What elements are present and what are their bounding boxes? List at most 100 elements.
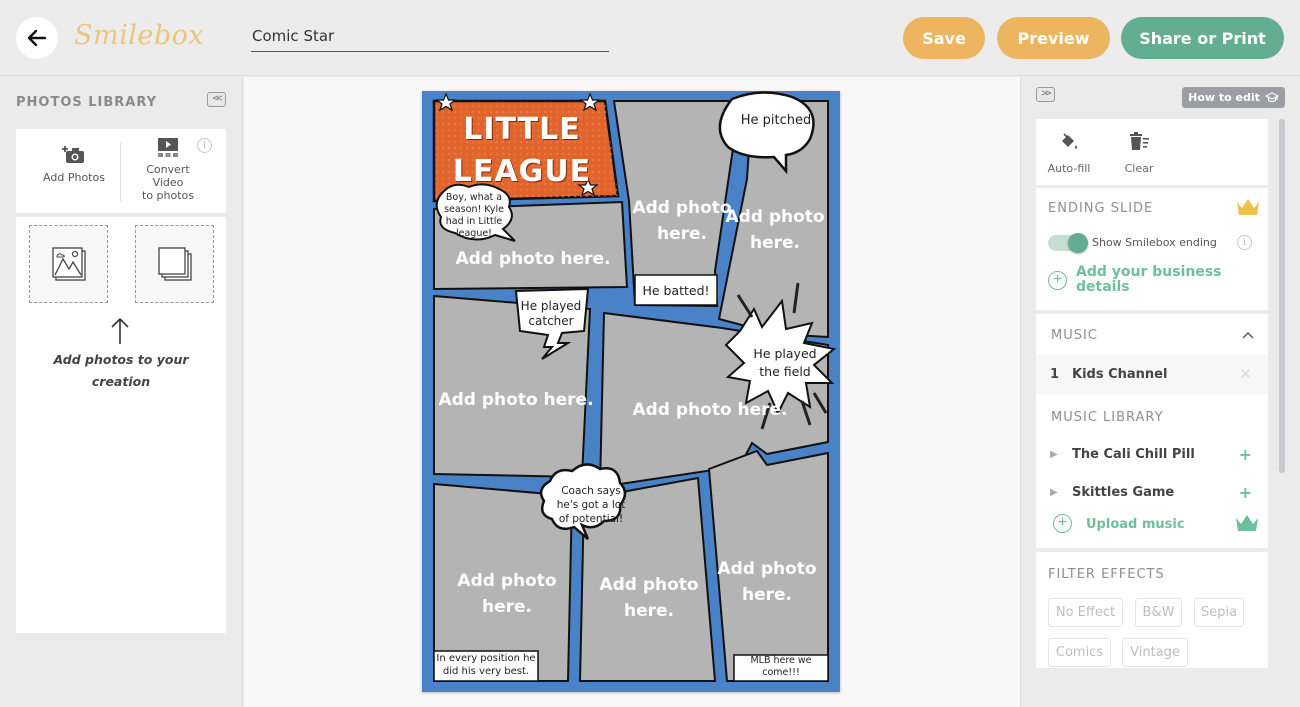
share-or-print-button[interactable]: Share or Print [1121,17,1284,59]
crown-icon [1237,199,1259,215]
track-name: The Cali Chill Pill [1072,446,1195,462]
tools-card: Auto-fill Clear [1036,119,1268,185]
add-circle-icon[interactable]: + [1048,271,1067,290]
comic-page: LITTLE LEAGUE Add photo here. Add photo … [422,91,840,692]
show-ending-toggle[interactable] [1048,233,1088,253]
bubble-text-position[interactable]: In every position he did his very best. [434,652,538,678]
text-line: league! [455,228,492,239]
music-library-title: MUSIC LIBRARY [1051,410,1164,425]
text-line: season! Kyle [444,204,504,215]
auto-fill-label: Auto-fill [1047,162,1091,175]
upload-circle-icon[interactable]: + [1053,514,1072,533]
how-to-edit-button[interactable]: How to edit [1182,87,1285,108]
project-title-input[interactable] [251,20,609,52]
clear-label: Clear [1124,162,1154,175]
paint-bucket-icon [1062,133,1077,149]
chevron-up-icon[interactable] [1242,331,1254,339]
track-index: 1 [1050,366,1060,382]
filter-sepia[interactable]: Sepia [1194,598,1244,627]
text-line: MLB here we [750,655,812,666]
track-name: Skittles Game [1072,484,1175,500]
photo-slot-landscape[interactable] [29,225,108,303]
play-icon[interactable]: ▶ [1050,449,1072,460]
text-line: did his very best. [442,666,530,677]
save-button[interactable]: Save [903,17,985,59]
hint-line-1: Add photos to your [53,352,189,367]
blank-stack-icon [157,247,192,281]
bubble-text-catcher[interactable]: He played catcher [516,299,586,329]
selected-track-row[interactable]: 1 Kids Channel ✕ [1036,354,1268,394]
convert-video-label-2: Video [152,176,184,189]
add-photos-card: Add Photos Convert Video to photos i [16,129,226,213]
toggle-knob [1068,233,1088,253]
edit-options-panel: >> How to edit Auto-fill Clear ENDING SL… [1020,77,1300,707]
photo-drop-area: Add photos to your creation [16,217,226,633]
library-track-row[interactable]: ▶ Skittles Game + [1036,472,1268,512]
filter-bw[interactable]: B&W [1135,598,1182,627]
video-film-icon [158,138,178,157]
link-line: Add your business [1076,264,1222,280]
filter-no-effect[interactable]: No Effect [1048,598,1123,627]
track-name: Kids Channel [1072,366,1168,382]
convert-video-button[interactable]: Convert Video to photos [128,137,208,202]
filter-comics[interactable]: Comics [1048,638,1111,667]
text-line: catcher [528,314,574,328]
crown-icon [1236,515,1258,531]
graduation-cap-icon [1264,91,1279,102]
preview-button[interactable]: Preview [997,17,1110,59]
add-photos-button[interactable]: Add Photos [36,143,112,184]
ending-slide-title: ENDING SLIDE [1048,201,1154,216]
trash-icon [1130,132,1149,150]
add-track-icon[interactable]: + [1239,445,1252,464]
convert-video-label-1: Convert [146,163,190,176]
photo-panel-8[interactable] [707,449,829,682]
arrow-up-icon [111,317,129,344]
how-to-edit-label: How to edit [1188,91,1260,104]
filter-vintage[interactable]: Vintage [1122,638,1188,667]
bubble-text-batted[interactable]: He batted! [635,283,717,298]
upload-music-link[interactable]: Upload music [1086,517,1185,532]
smilebox-logo[interactable]: Smilebox [74,20,204,51]
add-photos-hint: Add photos to your creation [36,349,206,393]
expand-panel-button[interactable]: >> [1036,87,1055,102]
link-line: details [1076,279,1130,295]
add-track-icon[interactable]: + [1239,483,1252,502]
text-line: the field [759,364,811,379]
top-bar: Smilebox Save Preview Share or Print [0,0,1300,76]
text-line: of potential! [558,513,624,525]
info-icon[interactable]: i [1237,235,1252,250]
bubble-text-mlb[interactable]: MLB here we come!!! [734,655,828,679]
add-camera-icon [62,146,84,163]
music-title: MUSIC [1051,328,1098,343]
add-business-details-link[interactable]: Add your business details [1076,265,1222,295]
text-line: In every position he [436,653,536,664]
bubble-text-pitched[interactable]: He pitched [730,113,822,128]
text-line: He played [520,299,582,313]
auto-fill-button[interactable]: Auto-fill [1046,132,1092,175]
canvas-area: LITTLE LEAGUE Add photo here. Add photo … [244,77,1020,707]
divider [120,143,121,201]
photos-library-panel: PHOTOS LIBRARY << Add Photos Convert Vid… [0,77,243,707]
arrow-left-icon [27,29,47,47]
comic-layout [432,91,837,682]
text-line: he's got a lot [556,499,626,511]
filter-effects-title: FILTER EFFECTS [1048,567,1165,582]
bubble-text-season[interactable]: Boy, what a season! Kyle had in Little l… [436,192,512,240]
text-line: Boy, what a [445,192,503,203]
clear-button[interactable]: Clear [1118,132,1160,175]
image-stack-icon [51,247,86,281]
info-icon[interactable]: i [197,138,212,153]
bubble-text-field[interactable]: He played the field [744,345,826,381]
back-button[interactable] [16,17,58,59]
collapse-panel-button[interactable]: << [207,92,226,107]
music-card: MUSIC 1 Kids Channel ✕ MUSIC LIBRARY ▶ T… [1036,314,1268,548]
bubble-text-coach[interactable]: Coach says he's got a lot of potential! [548,484,634,526]
library-track-row[interactable]: ▶ The Cali Chill Pill + [1036,434,1268,474]
text-line: He played [753,346,817,361]
remove-track-icon[interactable]: ✕ [1239,365,1252,383]
text-line: come!!! [762,667,800,678]
photo-slot-blank[interactable] [135,225,214,303]
panel-scrollbar[interactable] [1279,119,1285,473]
play-icon[interactable]: ▶ [1050,487,1072,498]
photos-library-title: PHOTOS LIBRARY [16,95,158,110]
